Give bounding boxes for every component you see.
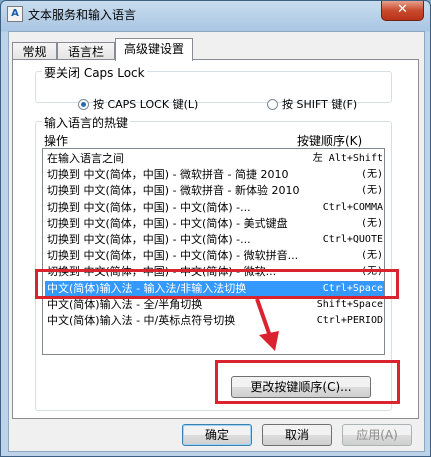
close-button[interactable]: ✕ bbox=[381, 1, 424, 21]
radio-unselected-icon bbox=[266, 99, 278, 110]
hotkey-keys: Ctrl+QUOTE bbox=[322, 234, 383, 245]
cancel-button[interactable]: 取消 bbox=[262, 424, 332, 446]
column-header-key-sequence: 按键顺序(K) bbox=[297, 134, 363, 148]
radio-selected-icon bbox=[77, 99, 89, 110]
hotkey-keys: Shift+Space bbox=[316, 298, 383, 310]
window-title: 文本服务和输入语言 bbox=[28, 8, 137, 22]
hotkey-action: 切换到 中文(简体，中国) - 中文(简体) - 美式键盘 bbox=[47, 216, 288, 230]
hotkey-keys: (无) bbox=[360, 185, 383, 197]
hotkey-keys: (无) bbox=[360, 217, 383, 229]
annotation-arrow-icon bbox=[255, 298, 279, 351]
hotkey-action: 切换到 中文(简体，中国) - 微软拼音 - 简捷 2010 bbox=[47, 168, 289, 182]
hotkey-row[interactable]: 中文(简体)输入法 - 中/英标点符号切换 Ctrl+PERIOD bbox=[45, 313, 384, 329]
keyboard-icon: A bbox=[7, 6, 23, 22]
hotkeys-group-label: 输入语言的热键 bbox=[42, 114, 131, 131]
apply-button[interactable]: 应用(A) bbox=[342, 424, 412, 446]
hotkey-row[interactable]: 中文(简体)输入法 - 全/半角切换 Shift+Space bbox=[45, 297, 384, 313]
ok-button[interactable]: 确定 bbox=[182, 424, 252, 446]
hotkey-action: 切换到 中文(简体，中国) - 中文(简体) -... bbox=[47, 233, 251, 246]
hotkey-keys: Ctrl+PERIOD bbox=[316, 315, 383, 326]
hotkey-row[interactable]: 在输入语言之间 左 Alt+Shift bbox=[45, 151, 384, 167]
tab-advanced-key-settings[interactable]: 高级键设置 bbox=[115, 38, 193, 61]
title-bar[interactable]: A 文本服务和输入语言 ✕ bbox=[1, 1, 430, 27]
hotkey-action: 切换到 中文(简体，中国) - 微软拼音 - 新体验 2010 bbox=[47, 184, 300, 198]
annotation-highlight-box-button bbox=[215, 360, 400, 404]
hotkey-keys: Ctrl+COMMA bbox=[322, 201, 383, 213]
caps-lock-group: 要关闭 Caps Lock 按 CAPS LOCK 键(L) 按 SHIFT 键… bbox=[35, 64, 392, 111]
tab-language-bar[interactable]: 语言栏 bbox=[57, 42, 115, 60]
shift-key-label: 按 SHIFT 键(F) bbox=[281, 98, 358, 111]
hotkey-action: 中文(简体)输入法 - 中/英标点符号切换 bbox=[47, 314, 236, 327]
hotkey-row[interactable]: 切换到 中文(简体，中国) - 微软拼音 - 简捷 2010 (无) bbox=[45, 167, 384, 183]
caps-lock-key-label: 按 CAPS LOCK 键(L) bbox=[92, 98, 199, 111]
shift-key-radio[interactable]: 按 SHIFT 键(F) bbox=[232, 83, 357, 125]
dialog-window: A 文本服务和输入语言 ✕ 常规 语言栏 高级键设置 要关闭 Caps Lock… bbox=[0, 0, 431, 457]
hotkey-row[interactable]: 切换到 中文(简体，中国) - 中文(简体) -... Ctrl+COMMA bbox=[45, 200, 384, 216]
hotkey-action: 切换到 中文(简体，中国) - 中文(简体) - 微软拼音... bbox=[47, 249, 299, 263]
hotkey-row[interactable]: 切换到 中文(简体，中国) - 中文(简体) -... Ctrl+QUOTE bbox=[45, 232, 384, 248]
hotkey-action: 切换到 中文(简体，中国) - 中文(简体) -... bbox=[47, 200, 251, 214]
hotkey-list[interactable]: 在输入语言之间 左 Alt+Shift 切换到 中文(简体，中国) - 微软拼音 -… bbox=[42, 148, 385, 355]
hotkey-keys: (无) bbox=[360, 250, 383, 262]
hotkey-row[interactable]: 切换到 中文(简体，中国) - 中文(简体) - 美式键盘 (无) bbox=[45, 216, 384, 232]
annotation-highlight-box-row bbox=[35, 269, 399, 299]
tab-general[interactable]: 常规 bbox=[12, 42, 57, 60]
hotkey-action: 中文(简体)输入法 - 全/半角切换 bbox=[47, 297, 203, 311]
hotkey-row[interactable]: 切换到 中文(简体，中国) - 微软拼音 - 新体验 2010 (无) bbox=[45, 183, 384, 199]
hotkey-keys: 左 Alt+Shift bbox=[312, 153, 383, 164]
hotkey-action: 在输入语言之间 bbox=[47, 152, 124, 165]
caps-lock-group-label: 要关闭 Caps Lock bbox=[42, 64, 147, 81]
hotkey-row[interactable]: 切换到 中文(简体，中国) - 中文(简体) - 微软拼音... (无) bbox=[45, 248, 384, 264]
hotkey-keys: (无) bbox=[360, 169, 383, 181]
column-header-action: 操作 bbox=[44, 134, 69, 148]
